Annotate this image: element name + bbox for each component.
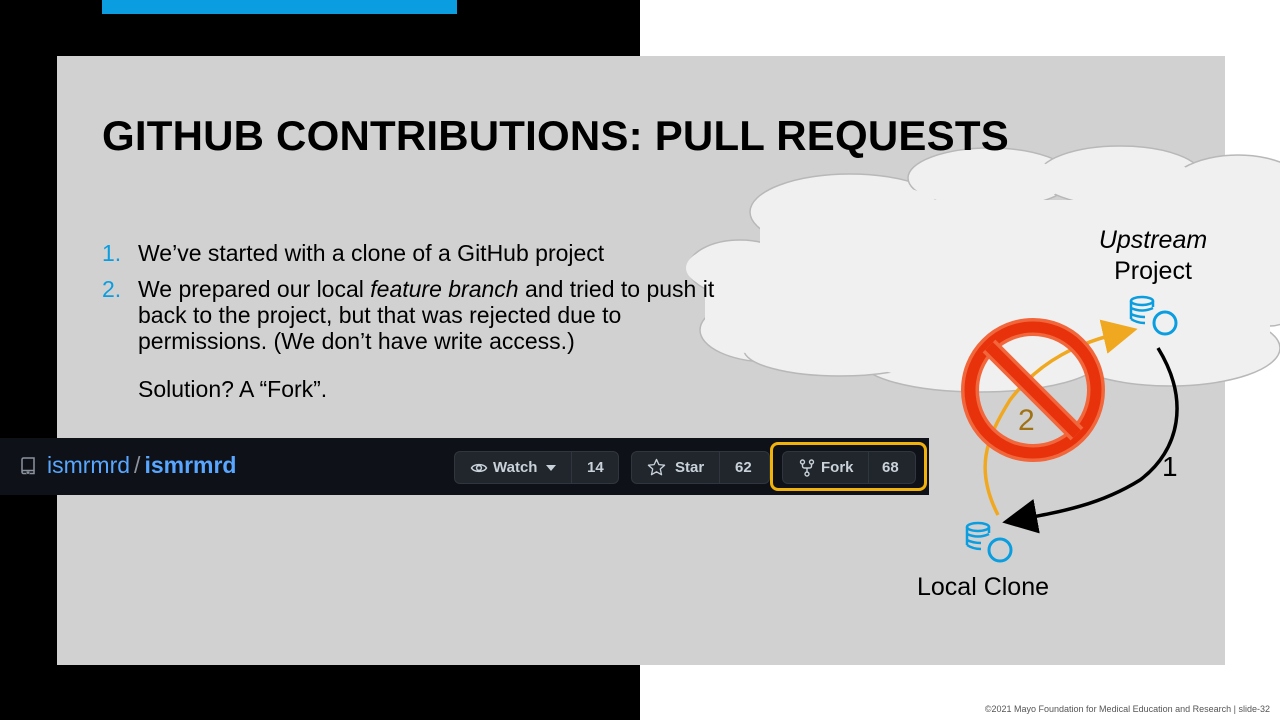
upstream-label-line1: Upstream <box>1098 226 1208 254</box>
fork-diagram <box>961 295 1179 563</box>
step-2-label: 2 <box>1018 404 1035 437</box>
database-icon <box>965 521 1013 563</box>
step-1-label: 1 <box>1162 451 1178 482</box>
local-clone-label: Local Clone <box>916 573 1050 601</box>
upstream-project-label: Upstream Project <box>1080 225 1226 287</box>
upstream-label-line2: Project <box>1114 257 1192 285</box>
database-icon <box>1129 295 1178 336</box>
footer-copyright: ©2021 Mayo Foundation for Medical Educat… <box>984 704 1270 714</box>
